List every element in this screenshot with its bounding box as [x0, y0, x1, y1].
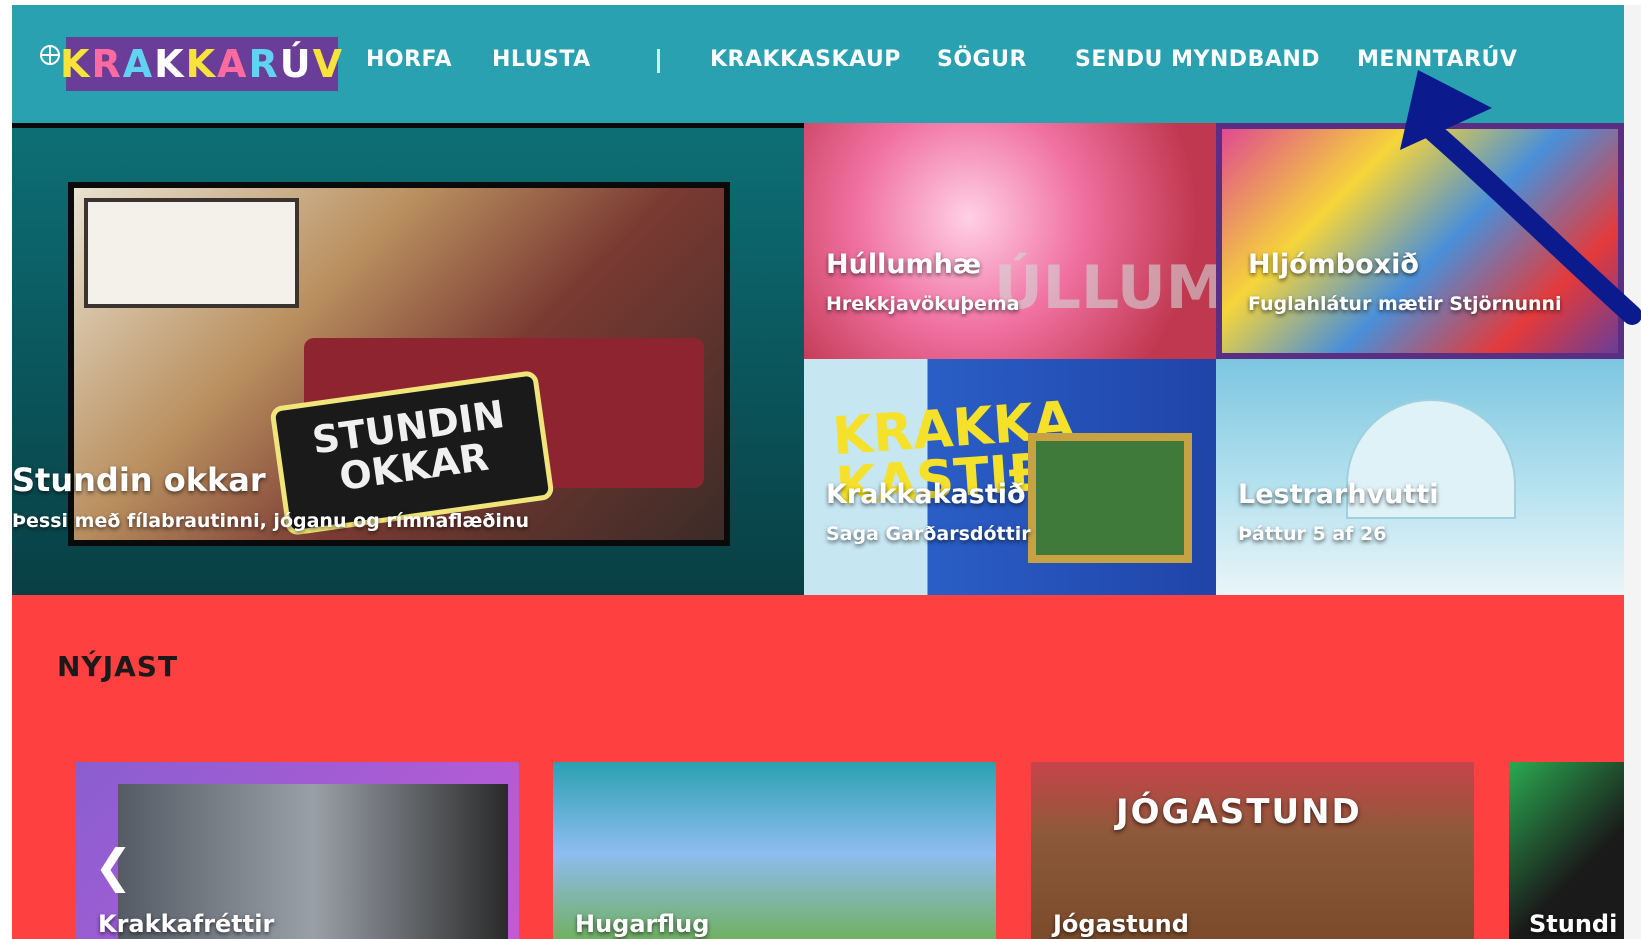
logo-letter: K — [185, 42, 218, 86]
scrollbar-track[interactable] — [1624, 5, 1641, 939]
tile-subtitle: Fuglahlátur mætir Stjörnunni — [1248, 293, 1562, 315]
hero-title: Stundin okkar — [12, 461, 266, 499]
logo-letter: R — [91, 42, 123, 86]
tile-title: Hljómboxið — [1248, 249, 1419, 280]
section-heading-nyjast: NÝJAST — [57, 650, 179, 683]
card-title: Jógastund — [1053, 910, 1189, 938]
tile-hullumhae[interactable]: ÚLLUMHÆ Húllumhæ Hrekkjavökuþema — [804, 123, 1216, 359]
tile-krakkakastid[interactable]: KRAKKA KASTIÐ Krakkakastið Saga Garðarsd… — [804, 359, 1216, 595]
nav-item-sogur[interactable]: SÖGUR — [937, 47, 1027, 72]
nav-item-menntaruv[interactable]: MENNTARÚV — [1357, 47, 1517, 72]
card-krakkafrettir[interactable]: Krakkafréttir — [76, 762, 519, 939]
tile-hljomboxid[interactable]: Hljómboxið Fuglahlátur mætir Stjörnunni — [1216, 123, 1624, 359]
logo-letter: A — [122, 42, 155, 86]
nav-item-sendu-myndband[interactable]: SENDU MYNDBAND — [1075, 47, 1320, 72]
tile-title: Húllumhæ — [826, 249, 982, 280]
picture-frame — [1028, 433, 1192, 563]
krakkaruv-logo[interactable]: KRAKKARÚV — [60, 37, 342, 91]
card-stundin[interactable]: Stundi — [1509, 762, 1624, 939]
hero-card[interactable]: STUNDIN OKKAR Stundin okkar Þessi með fí… — [12, 123, 804, 595]
hullumhae-logo: ÚLLUMHÆ — [994, 253, 1216, 323]
site-header: KRAKKARÚV HORFA HLUSTA KRAKKASKAUP SÖGUR… — [12, 5, 1624, 123]
nav-divider — [657, 49, 660, 73]
tile-subtitle: Saga Garðarsdóttir — [826, 523, 1031, 545]
nav-item-horfa[interactable]: HORFA — [366, 47, 452, 72]
logo-letter: A — [217, 42, 249, 86]
tile-title: Krakkakastið — [826, 479, 1026, 510]
logo-letter: Ú — [279, 42, 313, 86]
hero-subtitle: Þessi með fílabrautinni, jóganu og rímna… — [12, 510, 529, 532]
jogastund-logo: JÓGASTUND — [1116, 792, 1362, 832]
card-title: Krakkafréttir — [98, 910, 275, 938]
globe-icon[interactable] — [40, 45, 60, 65]
card-title: Stundi — [1529, 910, 1618, 938]
card-title: Hugarflug — [575, 910, 710, 938]
nav-item-krakkaskaup[interactable]: KRAKKASKAUP — [710, 47, 901, 72]
page-frame: KRAKKARÚV HORFA HLUSTA KRAKKASKAUP SÖGUR… — [12, 5, 1624, 939]
tile-title: Lestrarhvutti — [1238, 479, 1439, 510]
tile-subtitle: Þáttur 5 af 26 — [1238, 523, 1387, 545]
tile-lestrarhvutti[interactable]: Lestrarhvutti Þáttur 5 af 26 — [1216, 359, 1624, 595]
logo-letter: R — [248, 42, 280, 86]
logo-letter: K — [60, 42, 92, 86]
logo-letter: V — [312, 42, 345, 86]
chevron-left-icon[interactable]: ❮ — [94, 843, 133, 889]
card-hugarflug[interactable]: Hugarflug — [553, 762, 996, 939]
card-jogastund[interactable]: JÓGASTUND Jógastund — [1031, 762, 1474, 939]
tile-subtitle: Hrekkjavökuþema — [826, 293, 1020, 315]
nav-item-hlusta[interactable]: HLUSTA — [492, 47, 591, 72]
logo-letter: K — [154, 42, 186, 86]
window-shape — [84, 198, 299, 308]
